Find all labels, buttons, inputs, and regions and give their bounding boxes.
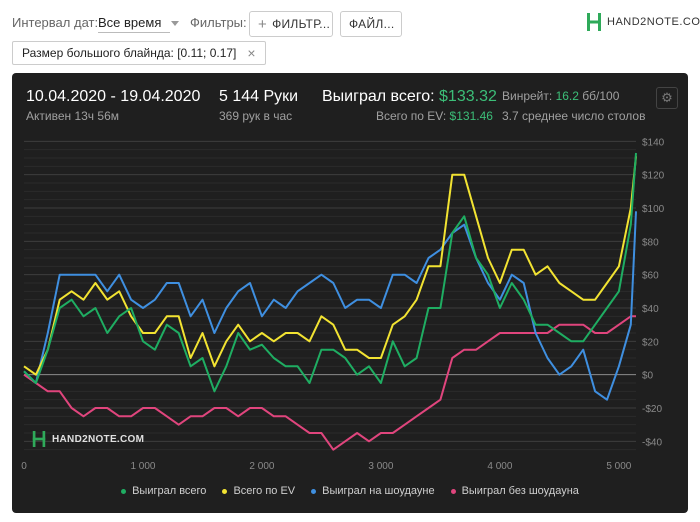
won-total: Выиграл всего: $133.32	[322, 88, 497, 106]
won-total-value: $133.32	[439, 88, 497, 105]
date-range: 10.04.2020 - 19.04.2020	[26, 88, 201, 105]
active-filter-label: Размер большого блайнда: [0.11; 0.17]	[22, 46, 237, 60]
winrate-label: Винрейт:	[502, 89, 553, 103]
legend-item[interactable]: Выиграл на шоудауне	[311, 485, 435, 497]
file-button-label: ФАЙЛ...	[349, 17, 395, 31]
legend-label: Выиграл без шоудауна	[461, 485, 579, 497]
gear-icon: ⚙	[661, 90, 673, 105]
ev-value: $131.46	[449, 109, 493, 123]
y-tick-label: $60	[642, 271, 659, 282]
x-tick-label: 0	[21, 461, 27, 472]
top-toolbar: Интервал дат: Все время Фильтры: + ФИЛЬТ…	[0, 0, 700, 40]
hands-per-hour: 369 рук в час	[219, 109, 293, 123]
legend-label: Выиграл на шоудауне	[322, 485, 435, 497]
legend-dot-icon	[311, 488, 317, 494]
y-tick-label: $0	[642, 371, 654, 382]
date-interval-dropdown[interactable]: Все время	[98, 15, 179, 30]
x-tick-label: 2 000	[249, 461, 274, 472]
add-filter-button[interactable]: + ФИЛЬТР...	[249, 11, 333, 37]
ev-total: Всего по EV: $131.46	[376, 109, 493, 123]
dropdown-underline	[98, 32, 170, 33]
legend-item[interactable]: Выиграл всего	[121, 485, 206, 497]
file-button[interactable]: ФАЙЛ...	[340, 11, 402, 37]
legend-label: Всего по EV	[233, 485, 296, 497]
graph-panel: 10.04.2020 - 19.04.2020 Активен 13ч 56м …	[12, 73, 688, 513]
winrate-value: 16.2	[555, 89, 579, 103]
plus-icon: +	[258, 15, 268, 33]
brand-name: HAND2NOTE.COM	[607, 16, 700, 28]
avg-tables: 3.7 среднее число столов	[502, 109, 646, 123]
filters-label: Фильтры:	[190, 15, 247, 30]
close-icon[interactable]: ×	[247, 45, 255, 61]
won-total-label: Выиграл всего:	[322, 88, 435, 105]
hands-count: 5 144 Руки	[219, 88, 299, 105]
legend-label: Выиграл всего	[132, 485, 207, 497]
active-filter-chip: Размер большого блайнда: [0.11; 0.17] ×	[12, 41, 266, 65]
series-line-2	[23, 211, 637, 401]
active-time: Активен 13ч 56м	[26, 109, 119, 123]
series-line-1	[23, 156, 637, 376]
brand-logo: HAND2NOTE.COM	[587, 13, 700, 31]
chart-watermark: HAND2NOTE.COM	[32, 431, 144, 447]
y-tick-label: $40	[642, 304, 659, 315]
hand2note-logo-icon	[587, 13, 601, 31]
y-tick-label: $20	[642, 337, 659, 348]
x-tick-label: 5 000	[606, 461, 631, 472]
chevron-down-icon	[170, 21, 179, 27]
y-tick-label: $100	[642, 204, 665, 215]
y-tick-label: $120	[642, 171, 665, 182]
bankroll-chart: -$40 -$20 $0 $20 $40 $60 $80 $100 $120 $140 0 1 000…	[21, 137, 665, 472]
add-filter-label: ФИЛЬТР...	[272, 17, 331, 31]
settings-button[interactable]: ⚙	[656, 87, 678, 109]
watermark-logo-icon	[32, 431, 46, 447]
winrate: Винрейт: 16.2 бб/100	[502, 89, 619, 103]
x-tick-label: 4 000	[487, 461, 512, 472]
chart-legend: Выиграл всего Всего по EV Выиграл на шоуда…	[12, 485, 688, 497]
x-tick-label: 1 000	[130, 461, 155, 472]
legend-dot-icon	[450, 488, 456, 494]
date-interval-value: Все время	[98, 15, 162, 30]
date-interval-label: Интервал дат:	[12, 15, 99, 30]
y-tick-label: -$20	[642, 404, 662, 415]
legend-item[interactable]: Всего по EV	[222, 485, 295, 497]
ev-label: Всего по EV:	[376, 109, 447, 123]
y-tick-label: $80	[642, 237, 659, 248]
winrate-unit: бб/100	[582, 89, 620, 103]
legend-dot-icon	[121, 488, 127, 494]
legend-item[interactable]: Выиграл без шоудауна	[450, 485, 579, 497]
series-line-0	[23, 152, 637, 393]
y-tick-label: -$40	[642, 437, 662, 448]
legend-dot-icon	[222, 488, 228, 494]
y-tick-label: $140	[642, 137, 665, 148]
x-tick-label: 3 000	[368, 461, 393, 472]
watermark-text: HAND2NOTE.COM	[52, 433, 145, 445]
